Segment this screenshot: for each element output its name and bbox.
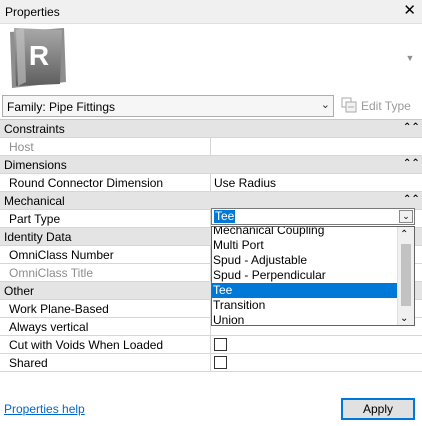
dropdown-option-transition[interactable]: Transition [212,298,398,313]
dropdown-option-spud-adjustable[interactable]: Spud - Adjustable [212,253,398,268]
column-divider[interactable] [210,354,211,372]
dropdown-option-union[interactable]: Union [212,313,398,325]
section-label: Mechanical [4,194,65,208]
preview-scroll[interactable]: ▼ [402,24,418,92]
type-preview: R [0,24,422,92]
collapse-icon[interactable]: ⌃⌃ [403,158,420,170]
part-type-combo[interactable]: Tee ⌄ [211,208,415,225]
shared-checkbox[interactable] [214,356,227,369]
footer: Properties help Apply [0,396,422,426]
property-label: Part Type [9,212,61,226]
edit-type-icon [341,97,357,113]
part-type-value[interactable]: Tee [214,210,236,223]
property-label: OmniClass Number [9,248,114,262]
revit-logo-icon: R [10,28,66,88]
logo-letter: R [29,40,49,71]
property-label: Cut with Voids When Loaded [9,338,164,352]
collapse-icon[interactable]: ⌃⌃ [403,194,420,206]
apply-button[interactable]: Apply [341,398,415,420]
property-row-round-connector[interactable]: Round Connector Dimension Use Radius [0,174,422,192]
column-divider[interactable] [210,174,211,192]
collapse-icon[interactable]: ⌃⌃ [403,122,420,134]
section-dimensions[interactable]: Dimensions ⌃⌃ [0,156,422,174]
column-divider[interactable] [210,138,211,156]
type-selector-value: Family: Pipe Fittings [7,100,116,114]
property-row-shared[interactable]: Shared [0,354,422,372]
property-label: Host [9,140,34,154]
scroll-up-icon[interactable]: ⌃ [400,229,408,240]
property-label: Round Connector Dimension [9,176,164,190]
property-label: OmniClass Title [9,266,94,280]
dropdown-option-multi-port[interactable]: Multi Port [212,238,398,253]
section-constraints[interactable]: Constraints ⌃⌃ [0,120,422,138]
preview-dropdown-arrow-icon[interactable]: ▼ [404,53,416,63]
section-label: Dimensions [4,158,67,172]
dropdown-option-spud-perpendicular[interactable]: Spud - Perpendicular [212,268,398,283]
type-selector[interactable]: Family: Pipe Fittings ⌄ [2,95,334,117]
chevron-down-icon[interactable]: ⌄ [399,210,413,223]
section-label: Other [4,284,35,298]
column-divider[interactable] [210,336,211,354]
title-bar: Properties ✕ [0,0,422,24]
edit-type-label: Edit Type [361,99,411,113]
scroll-down-icon[interactable]: ⌄ [400,313,408,324]
property-row-cut-voids[interactable]: Cut with Voids When Loaded [0,336,422,354]
property-value[interactable]: Use Radius [214,176,276,190]
edit-type-button[interactable]: Edit Type [340,97,420,115]
window-title: Properties [5,5,60,19]
type-selector-row: Family: Pipe Fittings ⌄ Edit Type [0,95,422,119]
section-label: Constraints [4,122,65,136]
part-type-dropdown[interactable]: Mechanical Coupling Multi Port Spud - Ad… [211,226,415,326]
properties-help-link[interactable]: Properties help [4,402,85,416]
property-label: Always vertical [9,320,89,334]
property-row-host[interactable]: Host [0,138,422,156]
property-label: Work Plane-Based [9,302,109,316]
dropdown-scrollbar[interactable]: ⌃ ⌄ [397,227,414,325]
dropdown-option-tee[interactable]: Tee [212,283,398,298]
cut-voids-checkbox[interactable] [214,338,227,351]
chevron-down-icon[interactable]: ⌄ [321,98,330,111]
property-label: Shared [9,356,48,370]
dropdown-option-mechanical-coupling[interactable]: Mechanical Coupling [212,227,398,238]
section-label: Identity Data [4,230,72,244]
scrollbar-thumb[interactable] [401,244,411,306]
close-icon[interactable]: ✕ [403,3,416,19]
